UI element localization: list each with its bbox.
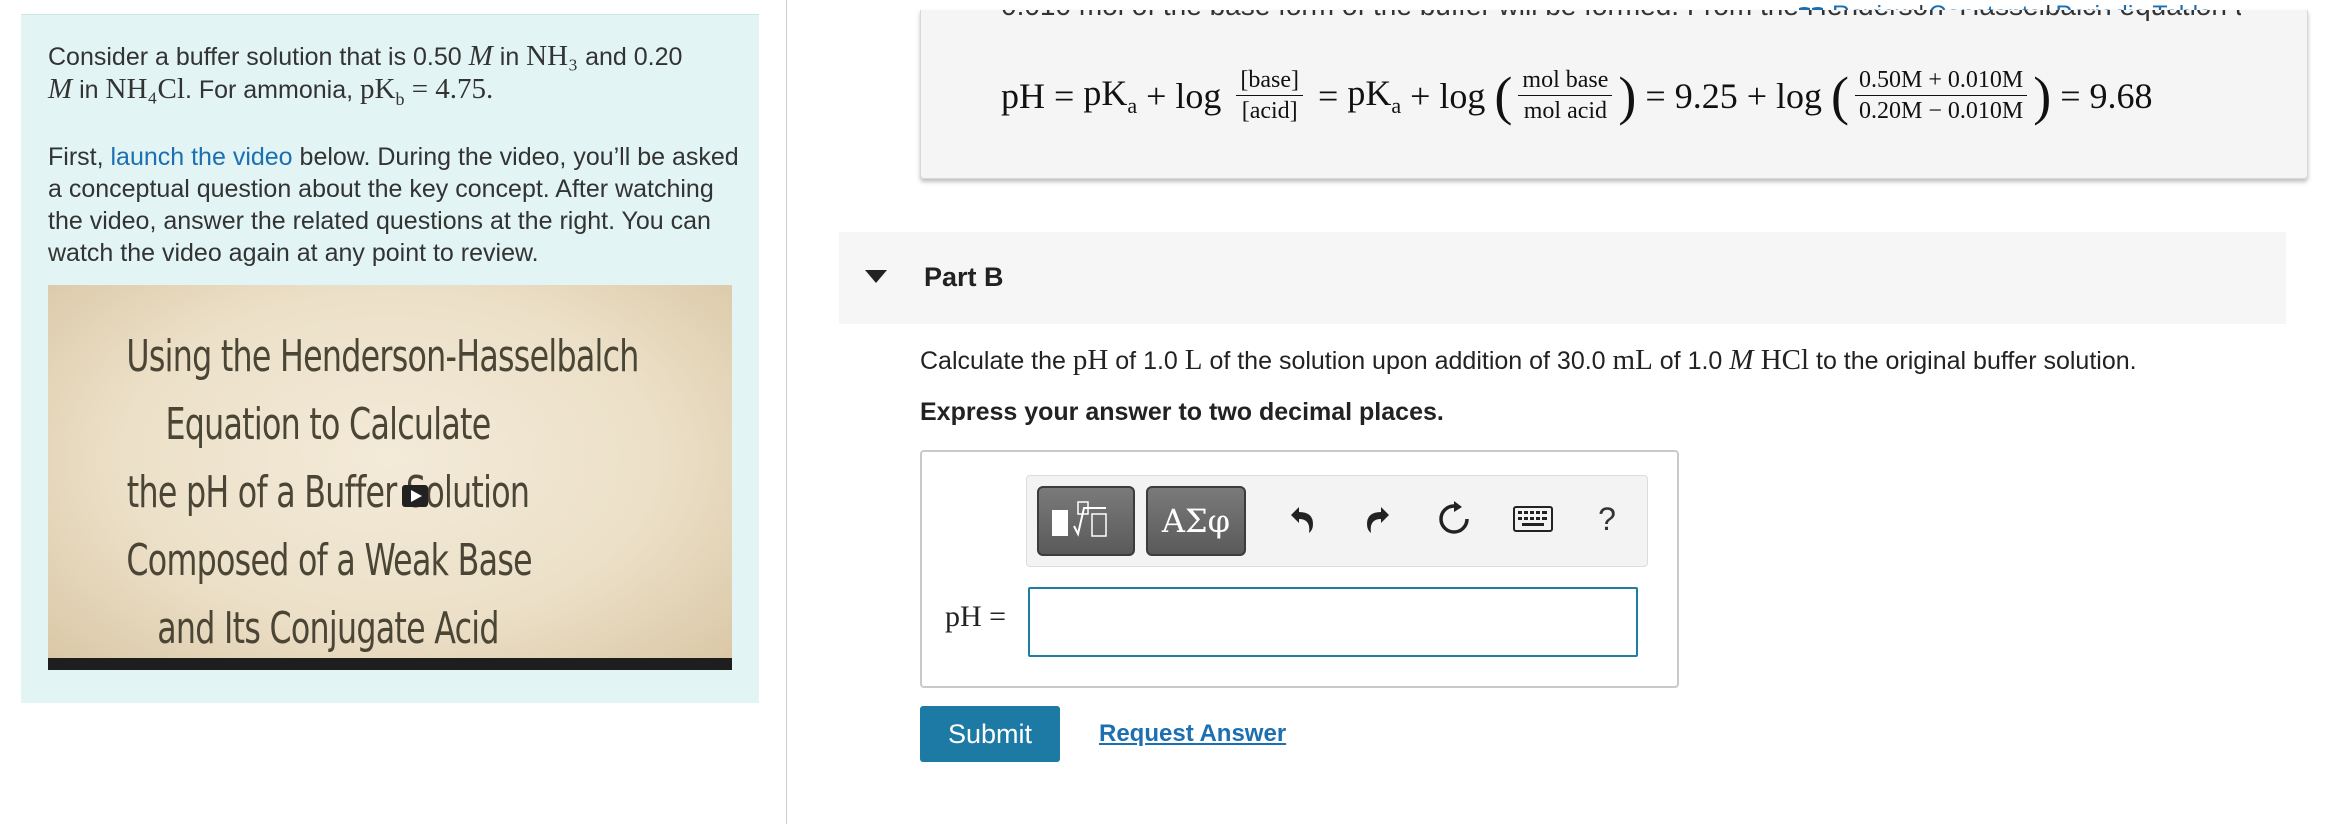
- fraction-base-acid: [base] [acid]: [1236, 65, 1304, 126]
- statement-text: and 0.20: [578, 43, 683, 71]
- problem-statement: Consider a buffer solution that is 0.50 …: [48, 40, 748, 115]
- formula-hcl: HCl: [1753, 344, 1810, 376]
- formula-pka-value: 9.25: [1674, 75, 1738, 116]
- open-paren: (: [1831, 65, 1849, 126]
- question-text: Calculate the pH of 1.0 L of the solutio…: [920, 344, 2137, 377]
- formula-pka: pKa: [1083, 72, 1137, 119]
- ph-answer-input[interactable]: [1028, 587, 1638, 657]
- unit-molar: M: [48, 73, 73, 105]
- question-fragment: Calculate the: [920, 347, 1073, 375]
- video-control-bar[interactable]: [48, 658, 732, 670]
- panel-divider: [786, 0, 787, 824]
- part-title: Part B: [924, 262, 1004, 292]
- fraction-denominator: 0.20M − 0.010M: [1858, 98, 2024, 124]
- fraction-numerator: [base]: [1236, 65, 1304, 96]
- submit-button[interactable]: Submit: [920, 706, 1060, 762]
- close-paren: ): [1618, 65, 1637, 126]
- close-paren: ): [2033, 65, 2052, 126]
- formula-nh4cl: NH₄Cl: [105, 73, 185, 105]
- question-fragment: to the original buffer solution.: [1809, 347, 2137, 375]
- formula-result: 9.68: [2089, 75, 2153, 116]
- redo-icon[interactable]: [1355, 496, 1401, 542]
- formula-equals: =: [1636, 75, 1675, 116]
- video-instructions: First, launch the video below. During th…: [48, 141, 748, 269]
- unit-molar: M: [468, 40, 493, 72]
- undo-icon[interactable]: [1279, 496, 1325, 542]
- collapse-caret-icon[interactable]: [865, 270, 887, 283]
- launch-video-link[interactable]: launch the video: [111, 143, 293, 171]
- symbols-button[interactable]: ΑΣφ: [1146, 486, 1246, 556]
- question-fragment: of the solution upon addition of 30.0: [1202, 347, 1613, 375]
- part-b-header[interactable]: Part B: [839, 232, 2286, 324]
- formula-equals: =: [1309, 75, 1348, 116]
- pkb-symbol: pK: [360, 73, 396, 105]
- fraction-denominator: mol acid: [1523, 98, 1608, 124]
- pka-subscript: a: [1391, 93, 1402, 119]
- math-toolbar: ΑΣφ ?: [1026, 475, 1648, 567]
- instructions-text: First,: [48, 142, 111, 171]
- question-fragment: of 1.0: [1652, 347, 1730, 375]
- formula-equals: =: [1045, 75, 1084, 116]
- statement-text: in: [72, 76, 106, 104]
- intro-panel: Consider a buffer solution that is 0.50 …: [21, 14, 759, 703]
- help-button[interactable]: ?: [1584, 496, 1630, 542]
- video-player[interactable]: Using the Henderson-Hasselbalch Equation…: [48, 285, 732, 670]
- henderson-hasselbalch-formula: pH = pKa + log [base] [acid] = pKa + log…: [1001, 65, 2153, 126]
- clipped-text-line: 0.010 mol of the base form of the buffer…: [1001, 10, 2241, 22]
- video-title-line: Equation to Calculate: [165, 399, 491, 450]
- formula-ph: pH: [1001, 75, 1045, 116]
- video-title-line: and Its Conjugate Acid: [157, 603, 499, 654]
- answer-instruction: Express your answer to two decimal place…: [920, 398, 1444, 426]
- fraction-mol: mol base mol acid: [1518, 65, 1613, 126]
- fraction-denominator: [acid]: [1241, 98, 1298, 124]
- pka-subscript: a: [1127, 93, 1138, 119]
- pka-symbol: pK: [1083, 72, 1128, 113]
- unit-liter: L: [1184, 344, 1203, 376]
- video-title: Using the Henderson-Hasselbalch Equation…: [126, 323, 639, 663]
- templates-icon: [1052, 501, 1107, 537]
- formula-pka: pKa: [1347, 72, 1401, 119]
- fraction-numerator: mol base: [1518, 65, 1613, 96]
- pka-symbol: pK: [1347, 72, 1392, 113]
- question-fragment: of 1.0: [1108, 347, 1185, 375]
- ph-input-label: pH =: [945, 600, 1007, 633]
- play-icon[interactable]: [400, 481, 430, 511]
- unit-milliliter: mL: [1612, 344, 1653, 376]
- fraction-numerator: 0.50M + 0.010M: [1854, 65, 2028, 96]
- templates-button[interactable]: [1037, 486, 1135, 556]
- fraction-concentrations: 0.50M + 0.010M 0.20M − 0.010M: [1854, 65, 2028, 126]
- pkb-expression: pKb = 4.75.: [360, 73, 494, 109]
- clipped-text: 0.010 mol of the base form of the buffer…: [1001, 10, 2241, 30]
- formula-plus-log: + log: [1401, 75, 1495, 116]
- video-title-line: Composed of a Weak Base: [126, 535, 532, 586]
- solution-box: 0.010 mol of the base form of the buffer…: [920, 10, 2308, 179]
- statement-text: Consider a buffer solution that is 0.50: [48, 43, 469, 71]
- question-ph: pH: [1072, 344, 1109, 376]
- reset-icon[interactable]: [1431, 496, 1477, 542]
- video-title-line: the pH of a Buffer Solution: [126, 467, 530, 518]
- intro-text: Consider a buffer solution that is 0.50 …: [48, 40, 748, 295]
- keyboard-icon[interactable]: [1507, 496, 1559, 542]
- statement-text: in: [492, 43, 527, 71]
- request-answer-link[interactable]: Request Answer: [1099, 720, 1286, 748]
- unit-molar: M: [1729, 344, 1754, 376]
- video-title-line: Using the Henderson-Hasselbalch: [126, 331, 639, 382]
- statement-text: . For ammonia,: [184, 76, 360, 104]
- open-paren: (: [1494, 65, 1513, 126]
- pkb-value: = 4.75.: [404, 73, 494, 105]
- formula-equals: =: [2051, 75, 2090, 116]
- formula-nh3: NH₃: [526, 40, 579, 72]
- formula-plus-log: + log: [1737, 75, 1831, 116]
- formula-plus-log: + log: [1137, 75, 1231, 116]
- answer-box: ΑΣφ ? pH =: [920, 450, 1679, 688]
